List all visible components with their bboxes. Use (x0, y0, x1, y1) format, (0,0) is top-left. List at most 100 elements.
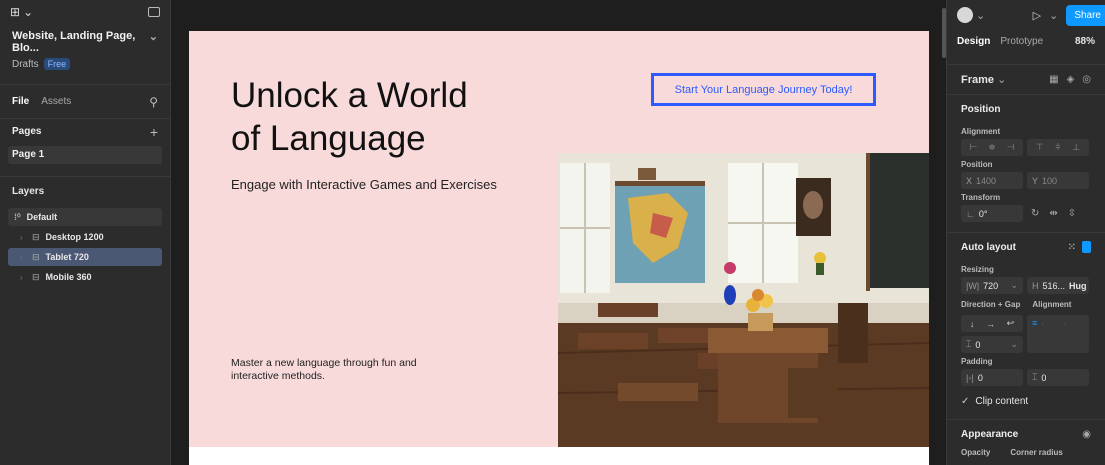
wrap-icon[interactable]: ↩ (1007, 318, 1015, 329)
y-value: 100 (1042, 175, 1058, 186)
tab-prototype[interactable]: Prototype (1000, 36, 1043, 47)
layer-tablet-720[interactable]: › ⊟ Tablet 720 (8, 248, 162, 266)
align-right-icon[interactable]: ⊣ (1007, 142, 1015, 153)
height-key: H (1032, 280, 1039, 291)
height-field[interactable]: H 516... Hug (1027, 277, 1089, 294)
rotation-field[interactable]: ∟ 0° (961, 205, 1023, 222)
width-key: |W| (966, 280, 980, 291)
classroom-photo[interactable] (558, 153, 929, 447)
component-icon[interactable]: ◈ (1067, 74, 1075, 85)
alignment-label-2: Alignment (1032, 300, 1072, 309)
align-bottom-icon[interactable]: ⊥ (1072, 142, 1080, 153)
flip-horizontal-icon[interactable]: ⇹ (1049, 208, 1057, 219)
chevron-right-icon[interactable]: › (20, 273, 26, 282)
layout-grid-icon[interactable]: ⁙ (1068, 242, 1076, 253)
layer-desktop-1200[interactable]: › ⊟ Desktop 1200 (8, 228, 162, 246)
chevron-down-icon[interactable]: ⌄ (1010, 280, 1018, 291)
right-panel: ⌄ ▷ ⌄ Share Design Prototype 88% Frame ⌄… (946, 0, 1105, 465)
alignment-label: Alignment (961, 127, 1001, 136)
add-page-icon[interactable]: + (150, 124, 158, 140)
search-icon[interactable]: ⚲ (149, 95, 158, 109)
layer-label: Mobile 360 (45, 272, 92, 282)
figma-logo-icon: ⊞ (10, 5, 21, 19)
padding-v-value: 0 (1041, 372, 1047, 383)
arrow-down-icon[interactable]: ↓ (970, 319, 975, 329)
auto-layout-section: Auto layout ⁙ Resizing |W| 720 ⌄ H 516..… (947, 232, 1105, 407)
chevron-down-icon[interactable]: ⌄ (149, 30, 158, 54)
tablet-frame[interactable]: Unlock a World of Language Engage with I… (189, 31, 929, 447)
chevron-right-icon[interactable]: › (20, 233, 26, 242)
zoom-level[interactable]: 88% (1075, 36, 1095, 47)
headline-line-2: of Language (231, 119, 426, 158)
align-left-icon[interactable]: ⊢ (969, 142, 977, 153)
rotate-icon[interactable]: ↻ (1031, 208, 1039, 219)
checkbox-checked-icon[interactable]: ✓ (961, 396, 969, 407)
y-key: Y (1032, 175, 1039, 186)
direction-group: ↓ → ↩ (961, 315, 1023, 332)
hero-subheadline[interactable]: Engage with Interactive Games and Exerci… (231, 177, 497, 192)
project-location[interactable]: Drafts (12, 59, 39, 70)
align-horizontal-group: ⊢ ≑ ⊣ (961, 139, 1023, 156)
align-vertical-group: ⊤ ⫩ ⊥ (1027, 139, 1089, 156)
present-play-icon[interactable]: ▷ (1033, 9, 1041, 22)
x-field[interactable]: X 1400 (961, 172, 1023, 189)
left-panel: ⊞ ⌄ Website, Landing Page, Blo... ⌄ Draf… (0, 0, 171, 465)
classroom-illustration (558, 153, 929, 447)
frame-type-select[interactable]: Frame ⌄ (961, 73, 1006, 86)
appearance-heading: Appearance (961, 428, 1019, 440)
user-menu[interactable]: ⌄ (957, 7, 985, 23)
layer-mobile-360[interactable]: › ⊟ Mobile 360 (8, 268, 162, 286)
canvas[interactable]: Unlock a World of Language Engage with I… (171, 0, 946, 465)
tab-assets[interactable]: Assets (41, 96, 71, 107)
hero-body-text[interactable]: Master a new language through fun and in… (231, 357, 461, 383)
x-key: X (966, 175, 973, 186)
left-toolbar: ⊞ ⌄ (0, 0, 170, 24)
auto-layout-heading: Auto layout (961, 241, 1016, 253)
main-menu-button[interactable]: ⊞ ⌄ (10, 5, 33, 19)
eye-icon[interactable]: ◉ (1082, 429, 1091, 440)
padding-horizontal-field[interactable]: |◦| 0 (961, 369, 1023, 386)
headline-line-1: Unlock a World (231, 76, 468, 115)
rotation-value: 0° (978, 208, 988, 219)
layer-label: Desktop 1200 (45, 232, 104, 242)
gap-icon: ⌶ (966, 339, 972, 349)
mask-icon[interactable]: ◎ (1082, 74, 1091, 85)
avatar (957, 7, 973, 23)
clip-content-row[interactable]: ✓ Clip content (961, 396, 1091, 407)
layer-label: Default (26, 212, 58, 222)
gap-field[interactable]: ⌶ 0 ⌄ (961, 336, 1023, 353)
clip-content-label: Clip content (975, 396, 1029, 407)
cta-button[interactable]: Start Your Language Journey Today! (651, 73, 876, 106)
y-field[interactable]: Y 100 (1027, 172, 1089, 189)
layout-settings-icon[interactable] (1082, 241, 1091, 253)
chevron-right-icon[interactable]: › (20, 253, 26, 262)
sidebar-toggle-icon[interactable] (148, 7, 160, 17)
next-frame-edge (189, 447, 929, 465)
hero-headline[interactable]: Unlock a World of Language (231, 74, 468, 160)
chevron-down-icon: ⌄ (23, 5, 34, 19)
design-tabs: Design Prototype 88% (947, 30, 1105, 52)
tab-design[interactable]: Design (957, 36, 990, 47)
layer-group-default[interactable]: ⁞⁰ Default (8, 208, 162, 226)
chevron-down-icon[interactable]: ⌄ (1049, 9, 1058, 22)
align-top-icon[interactable]: ⊤ (1036, 142, 1044, 153)
chevron-down-icon[interactable]: ⌄ (1010, 339, 1018, 350)
alignment-grid[interactable]: ≡ · · (1027, 315, 1089, 353)
padding-label: Padding (961, 357, 993, 366)
grid-icon[interactable]: ▦ (1049, 74, 1058, 85)
padding-vertical-field[interactable]: ⌶ 0 (1027, 369, 1089, 386)
align-center-v-icon[interactable]: ⫩ (1055, 142, 1060, 153)
tab-file[interactable]: File (12, 96, 29, 107)
align-top-left-icon[interactable]: ≡ (1032, 318, 1037, 328)
layer-label: Tablet 720 (45, 252, 89, 262)
chevron-down-icon: ⌄ (976, 9, 986, 22)
pages-header: Pages + (0, 118, 170, 144)
arrow-right-icon[interactable]: → (986, 319, 995, 329)
align-center-h-icon[interactable]: ≑ (988, 142, 996, 153)
project-title[interactable]: Website, Landing Page, Blo... (12, 30, 149, 54)
width-field[interactable]: |W| 720 ⌄ (961, 277, 1023, 294)
flip-vertical-icon[interactable]: ⇳ (1068, 208, 1076, 219)
page-item[interactable]: Page 1 (8, 146, 162, 164)
frame-type-label: Frame (961, 74, 995, 86)
share-button[interactable]: Share (1066, 4, 1105, 26)
